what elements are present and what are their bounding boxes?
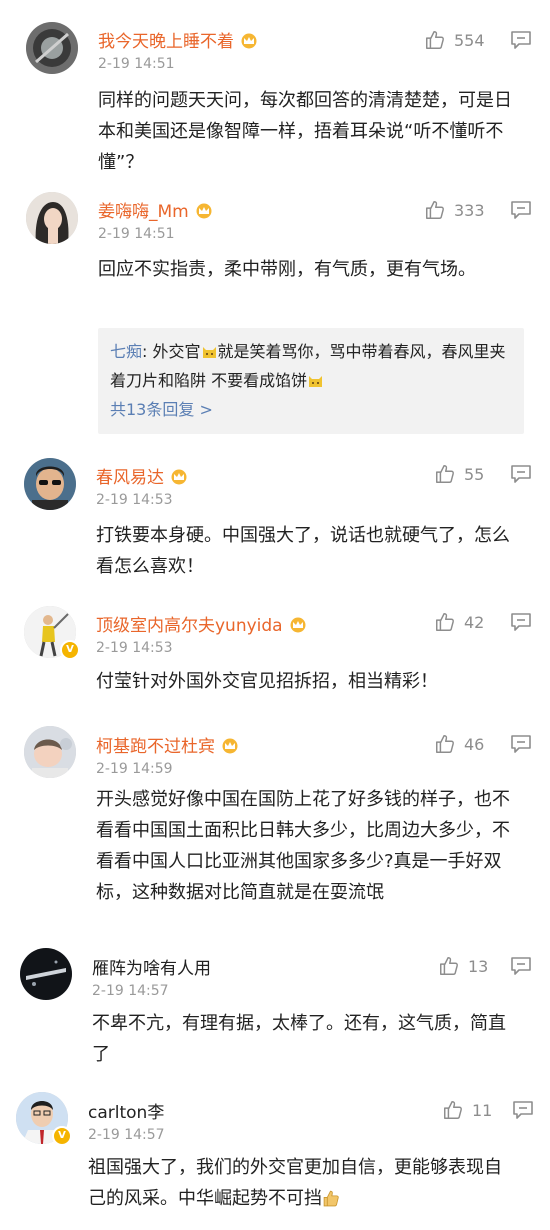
- username[interactable]: 姜嗨嗨_Mm: [98, 197, 215, 222]
- comment-text: 不卑不亢，有理有据，太棒了。还有，这气质，简直了: [92, 1013, 506, 1065]
- thumbs-up-icon: [436, 735, 454, 753]
- like-button[interactable]: 42: [434, 610, 484, 634]
- avatar[interactable]: [24, 458, 76, 510]
- thumbs-up-icon: [440, 957, 458, 975]
- comment-text: 打铁要本身硬。中国强大了，说话也就硬气了，怎么看怎么喜欢！: [96, 525, 510, 577]
- vip-crown-icon: [196, 203, 212, 219]
- like-count: 11: [472, 1100, 493, 1120]
- vip-crown-icon: [290, 617, 306, 633]
- reply-icon[interactable]: [510, 956, 532, 976]
- sub-reply-text: : 外交官: [142, 342, 201, 361]
- reply-icon[interactable]: [510, 734, 532, 754]
- sub-reply-box[interactable]: 七痴: 外交官 就是笑着骂你，骂中带着春风，春风里夹着刀片和陷阱 不要看成馅饼 共…: [98, 328, 524, 434]
- reply-icon[interactable]: [510, 612, 532, 632]
- vip-crown-icon: [241, 33, 257, 49]
- reply-icon[interactable]: [512, 1100, 534, 1120]
- comment-text: 开头感觉好像中国在国防上花了好多钱的样子，也不看看中国国土面积比日韩大多少，比周…: [96, 789, 510, 903]
- username[interactable]: 雁阵为啥有人用: [92, 954, 211, 979]
- comment-time: 2-19 14:59: [96, 761, 173, 777]
- like-count: 46: [464, 734, 485, 754]
- like-button[interactable]: 11: [442, 1098, 492, 1122]
- like-button[interactable]: 55: [434, 462, 484, 486]
- comment-text: 付莹针对外国外交官见招拆招，相当精彩！: [96, 671, 438, 692]
- like-count: 13: [468, 956, 489, 976]
- like-count: 55: [464, 464, 485, 484]
- vip-crown-icon: [171, 469, 187, 485]
- like-button[interactable]: 46: [434, 732, 484, 756]
- more-replies-link[interactable]: 共13条回复 >: [110, 400, 213, 419]
- cat-emoji-icon: [309, 376, 323, 387]
- username[interactable]: 春风易达: [96, 463, 190, 488]
- reply-icon[interactable]: [510, 30, 532, 50]
- sub-reply-user[interactable]: 七痴: [110, 342, 142, 361]
- like-button[interactable]: 554: [424, 28, 485, 52]
- comment-text: 同样的问题天天问，每次都回答的清清楚楚，可是日本和美国还是像智障一样，捂着耳朵说…: [98, 90, 512, 173]
- like-button[interactable]: 333: [424, 198, 485, 222]
- comment-time: 2-19 14:51: [98, 56, 175, 72]
- comment-text: 祖国强大了，我们的外交官更加自信，更能够表现自己的风采。中华崛起势不可挡: [88, 1157, 502, 1209]
- comment-time: 2-19 14:57: [92, 983, 169, 999]
- avatar[interactable]: [20, 948, 72, 1000]
- like-count: 333: [454, 200, 485, 220]
- comment-time: 2-19 14:53: [96, 640, 173, 656]
- username[interactable]: carlton李: [88, 1098, 164, 1123]
- verified-badge-icon: V: [52, 1126, 72, 1146]
- reply-icon[interactable]: [510, 464, 532, 484]
- thumbs-up-icon: [436, 613, 454, 631]
- like-button[interactable]: 13: [438, 954, 488, 978]
- avatar[interactable]: [24, 726, 76, 778]
- username[interactable]: 柯基跑不过杜宾: [96, 732, 241, 757]
- comment-time: 2-19 14:57: [88, 1127, 165, 1143]
- thumbs-up-icon: [426, 201, 444, 219]
- reply-icon[interactable]: [510, 200, 532, 220]
- thumbs-up-icon: [436, 465, 454, 483]
- thumbs-up-icon: [444, 1101, 462, 1119]
- comment-text: 回应不实指责，柔中带刚，有气质，更有气场。: [98, 259, 476, 280]
- thumbs-up-emoji-icon: [323, 1190, 339, 1207]
- thumbs-up-icon: [426, 31, 444, 49]
- username[interactable]: 我今天晚上睡不着: [98, 27, 260, 52]
- vip-crown-icon: [222, 738, 238, 754]
- avatar[interactable]: [26, 22, 78, 74]
- username[interactable]: 顶级室内高尔夫yunyida: [96, 611, 309, 636]
- like-count: 554: [454, 30, 485, 50]
- verified-badge-icon: V: [60, 640, 80, 660]
- cat-emoji-icon: [202, 347, 216, 358]
- comment-time: 2-19 14:51: [98, 226, 175, 242]
- avatar[interactable]: [26, 192, 78, 244]
- like-count: 42: [464, 612, 485, 632]
- comment-time: 2-19 14:53: [96, 492, 173, 508]
